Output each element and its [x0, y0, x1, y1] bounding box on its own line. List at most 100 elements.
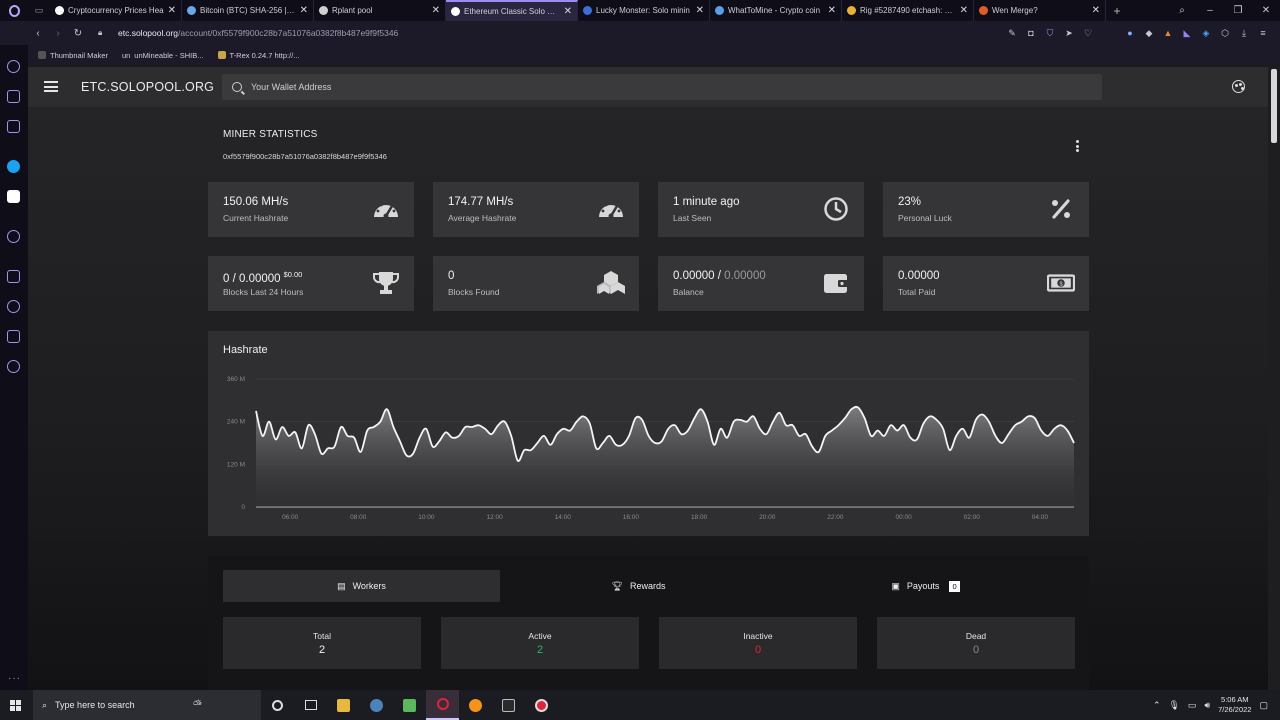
worker-stat-value: 2	[536, 644, 544, 656]
tab-close-icon[interactable]: ✕	[564, 6, 572, 17]
cortana-icon[interactable]	[261, 690, 294, 720]
taskbar-search-input[interactable]	[55, 700, 186, 710]
microphone-icon[interactable]: 🎙︎	[1168, 700, 1179, 711]
extension-icon-cube[interactable]: ◆	[1144, 28, 1154, 38]
menu-icon[interactable]	[44, 81, 58, 92]
tab-close-icon[interactable]: ✕	[696, 5, 704, 16]
terminal-icon[interactable]	[492, 690, 525, 720]
speed-dial-icon[interactable]	[7, 60, 20, 73]
url-field[interactable]: etc.solopool.org/account/0xf5579f900c28b…	[118, 28, 398, 38]
bookmark-thumbnail-maker[interactable]: Thumbnail Maker	[38, 51, 108, 60]
start-button[interactable]	[0, 699, 30, 711]
discord-icon[interactable]	[7, 190, 20, 203]
tab-title: Wen Merge?	[992, 6, 1038, 15]
heart-icon[interactable]: ♡	[1083, 28, 1093, 38]
pinboard-icon[interactable]	[7, 270, 20, 283]
steam-icon[interactable]	[360, 690, 393, 720]
browser-tab[interactable]: Rplant pool ✕	[314, 0, 446, 21]
bitcoin-app-icon[interactable]	[459, 690, 492, 720]
worker-stat-label: Dead	[965, 631, 987, 641]
bookmark-unmineable[interactable]: un unMineable - SHIB...	[122, 51, 204, 60]
edit-icon[interactable]: ✎	[1007, 28, 1017, 38]
system-clock[interactable]: 5:06 AM 7/26/2022	[1218, 695, 1251, 715]
browser-tab[interactable]: Bitcoin (BTC) SHA-256 | Mi ✕	[182, 0, 314, 21]
send-icon[interactable]: ➤	[1064, 28, 1074, 38]
wallet-address-input[interactable]	[251, 82, 1071, 92]
taskbar-search[interactable]: ⌕ ⛅︎	[33, 690, 261, 720]
wallet-icon	[822, 270, 850, 296]
x-tick-label: 02:00	[964, 514, 981, 521]
wallet-search[interactable]	[222, 74, 1102, 100]
download-icon[interactable]: ⤓	[1239, 28, 1249, 38]
browser-tab[interactable]: Lucky Monster: Solo minin ✕	[578, 0, 710, 21]
tab-close-icon[interactable]: ✕	[300, 5, 308, 16]
extension-icon-circle[interactable]: ●	[1125, 28, 1135, 38]
forward-button[interactable]: ›	[48, 28, 68, 39]
menu-icon[interactable]: ≡	[1258, 28, 1268, 38]
site-brand[interactable]: ETC.SOLOPOOL.ORG	[81, 80, 214, 94]
worker-stat-label: Active	[528, 631, 552, 641]
tab-title: Cryptocurrency Prices Hea	[68, 6, 164, 15]
twitch-icon[interactable]	[7, 120, 20, 133]
browser-tab[interactable]: Cryptocurrency Prices Hea ✕	[50, 0, 182, 21]
shopping-bag-icon[interactable]	[7, 90, 20, 103]
close-window-button[interactable]: ✕	[1252, 5, 1280, 16]
stat-value: 0 / 0.00000 $0.00	[223, 270, 303, 285]
stat-label: Current Hashrate	[223, 213, 289, 223]
tab-close-icon[interactable]: ✕	[1092, 5, 1100, 16]
browser-tab[interactable]: WhatToMine - Crypto coin ✕	[710, 0, 842, 21]
workspaces-icon[interactable]: ▭	[28, 5, 50, 16]
tab-payouts[interactable]: ▣ Payouts 0	[777, 570, 1074, 602]
page-scrollbar[interactable]	[1268, 67, 1280, 690]
windows-taskbar: ⌕ ⛅︎ ⌃ 🎙︎ ▭ 🔊︎ 5:06 AM 7/26/2022 ▢	[0, 690, 1280, 720]
pending-balance: 0.00000	[724, 270, 766, 282]
more-options-icon[interactable]	[1075, 140, 1079, 152]
shield-icon[interactable]: ⛉	[1045, 28, 1055, 38]
history-icon[interactable]	[7, 300, 20, 313]
scrollbar-thumb[interactable]	[1271, 69, 1277, 143]
opera-taskbar-icon[interactable]	[426, 690, 459, 720]
extension-icon-blue[interactable]: ◈	[1201, 28, 1211, 38]
browser-tab[interactable]: Wen Merge? ✕	[974, 0, 1106, 21]
task-view-icon[interactable]	[294, 690, 327, 720]
back-button[interactable]: ‹	[28, 28, 48, 39]
metamask-icon[interactable]: ▲	[1163, 28, 1173, 38]
opera-logo-icon[interactable]	[0, 0, 28, 21]
new-tab-button[interactable]: +	[1106, 4, 1128, 18]
tab-workers[interactable]: ▤ Workers	[223, 570, 500, 602]
tab-rewards[interactable]: 🏆︎ Rewards	[500, 570, 777, 602]
palette-icon[interactable]	[1232, 80, 1245, 93]
hashrate-chart-card: Hashrate 0 120 M 240 M 360 M 06:00 08:00 10:00…	[208, 331, 1089, 536]
extension-icon-flag[interactable]: ◣	[1182, 28, 1192, 38]
settings-icon[interactable]	[7, 360, 20, 373]
tab-close-icon[interactable]: ✕	[828, 5, 836, 16]
notifications-icon[interactable]: ▢	[1259, 700, 1268, 711]
minimize-button[interactable]: –	[1196, 5, 1224, 16]
more-icon[interactable]: ···	[8, 673, 21, 684]
file-explorer-icon[interactable]	[327, 690, 360, 720]
volume-icon[interactable]: 🔊︎	[1204, 700, 1210, 711]
app-icon-green[interactable]	[393, 690, 426, 720]
extensions-icon[interactable]: ⬡	[1220, 28, 1230, 38]
network-icon[interactable]: ▭	[1188, 700, 1197, 711]
camera-icon[interactable]: ◘	[1026, 28, 1036, 38]
twitter-icon[interactable]	[7, 160, 20, 173]
tab-close-icon[interactable]: ✕	[432, 5, 440, 16]
lock-icon[interactable]: 🔒︎	[98, 28, 110, 38]
tab-close-icon[interactable]: ✕	[168, 5, 176, 16]
browser-tab[interactable]: Rig #5287490 etchash: 124 ✕	[842, 0, 974, 21]
reload-button[interactable]: ↻	[68, 28, 88, 39]
extensions-sidebar-icon[interactable]	[7, 330, 20, 343]
trophy-icon: 🏆︎	[611, 580, 623, 591]
chevron-up-icon[interactable]: ⌃	[1153, 700, 1161, 711]
maximize-button[interactable]: ❐	[1224, 5, 1252, 16]
bookmark-trex[interactable]: T-Rex 0.24.7 http://...	[217, 51, 300, 60]
browser-tab[interactable]: Ethereum Classic Solo Min ✕	[446, 0, 578, 21]
app-icon-red[interactable]	[525, 690, 558, 720]
tab-favicon-icon	[715, 6, 724, 15]
usd-value: $0.00	[283, 270, 303, 279]
player-icon[interactable]	[7, 230, 20, 243]
search-tabs-icon[interactable]: ⌕	[1168, 5, 1196, 16]
tab-close-icon[interactable]: ✕	[960, 5, 968, 16]
workers-panel: ▤ Workers 🏆︎ Rewards ▣ Payouts 0 Total 2 Acti…	[208, 556, 1089, 690]
